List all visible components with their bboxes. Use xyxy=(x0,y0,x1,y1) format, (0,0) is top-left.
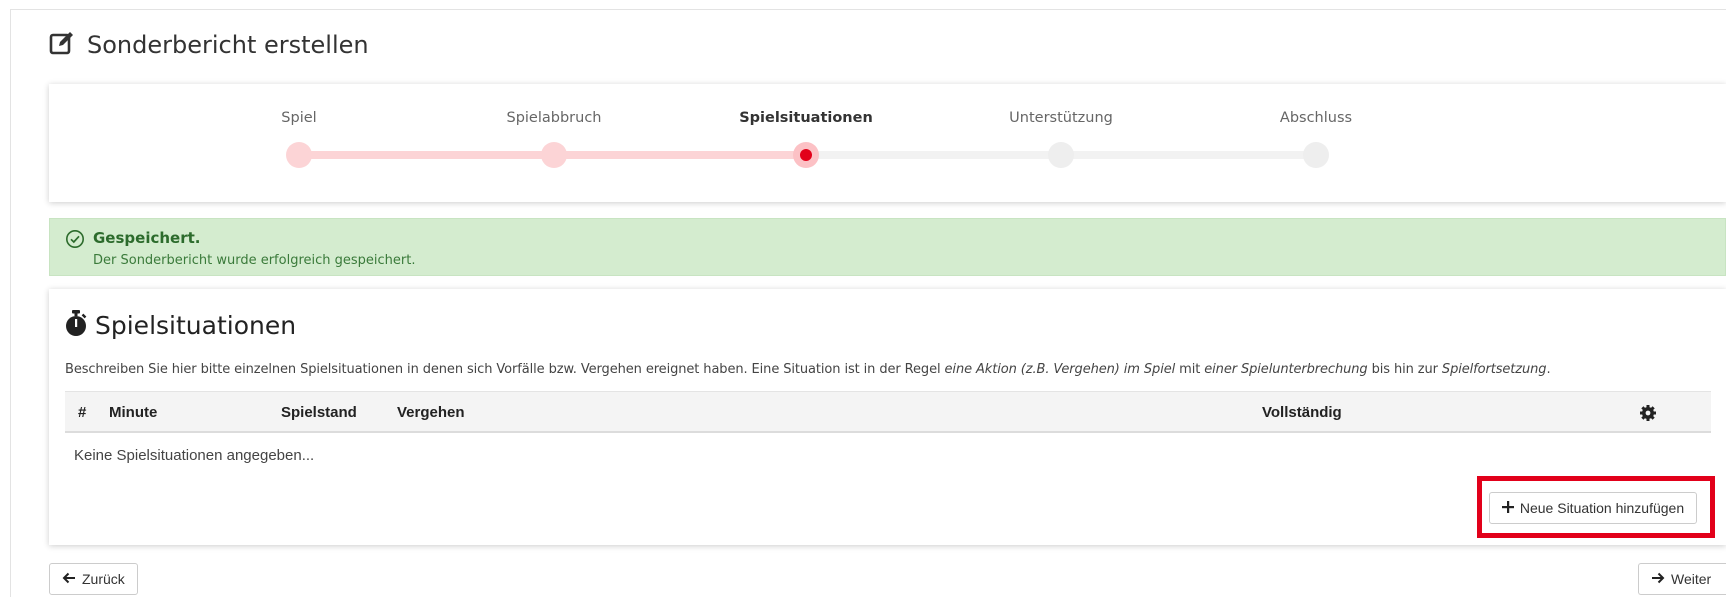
next-button[interactable]: Weiter xyxy=(1638,563,1726,595)
empty-table-message: Keine Spielsituationen angegeben... xyxy=(74,447,315,464)
step-unterstuetzung[interactable]: Unterstützung xyxy=(961,84,1161,202)
description-text: bis hin zur xyxy=(1367,362,1442,377)
arrow-left-icon xyxy=(62,571,76,587)
description-emphasis: einer Spielunterbrechung xyxy=(1204,362,1368,377)
plus-icon xyxy=(1501,500,1514,516)
column-header-offense[interactable]: Vergehen xyxy=(397,404,465,421)
description-text: mit xyxy=(1175,362,1205,377)
column-header-complete[interactable]: Vollständig xyxy=(1262,404,1342,421)
column-header-minute[interactable]: Minute xyxy=(109,404,157,421)
page-header: Sonderbericht erstellen xyxy=(49,29,369,61)
column-header-number[interactable]: # xyxy=(78,404,86,421)
add-situation-button[interactable]: Neue Situation hinzufügen xyxy=(1489,492,1697,524)
step-dot-active xyxy=(793,142,819,168)
step-spiel[interactable]: Spiel xyxy=(199,84,399,202)
add-situation-label: Neue Situation hinzufügen xyxy=(1519,500,1685,516)
description-emphasis: Spielfortsetzung xyxy=(1441,362,1547,377)
step-dot-marker xyxy=(800,149,812,161)
check-circle-icon xyxy=(65,229,85,254)
back-label: Zurück xyxy=(82,571,125,587)
step-label: Abschluss xyxy=(1279,110,1353,126)
step-label: Unterstützung xyxy=(1009,110,1113,126)
section-description: Beschreiben Sie hier bitte einzelnen Spi… xyxy=(65,362,1715,377)
gear-icon[interactable] xyxy=(1639,404,1657,427)
description-text: . xyxy=(1546,362,1551,377)
step-label: Spiel xyxy=(281,110,317,126)
description-emphasis: eine Aktion (z.B. Vergehen) im Spiel xyxy=(944,362,1176,377)
step-dot xyxy=(286,142,312,168)
edit-icon xyxy=(49,30,75,61)
section-header: Spielsituationen xyxy=(65,309,296,342)
column-header-score[interactable]: Spielstand xyxy=(281,404,357,421)
arrow-right-icon xyxy=(1651,571,1665,587)
step-spielabbruch[interactable]: Spielabbruch xyxy=(454,84,654,202)
alert-text: Der Sonderbericht wurde erfolgreich gesp… xyxy=(93,253,416,268)
step-label: Spielabbruch xyxy=(506,110,602,126)
section-title: Spielsituationen xyxy=(95,311,297,340)
stopwatch-icon xyxy=(65,309,87,342)
alert-title: Gespeichert. xyxy=(93,229,201,247)
success-alert: Gespeichert. Der Sonderbericht wurde erf… xyxy=(49,218,1726,276)
description-text: Beschreiben Sie hier bitte einzelnen Spi… xyxy=(65,362,945,377)
step-spielsituationen[interactable]: Spielsituationen xyxy=(706,84,906,202)
stepper: Spiel Spielabbruch Spielsituationen Unte… xyxy=(49,84,1726,202)
step-dot xyxy=(541,142,567,168)
situations-table-header: # Minute Spielstand Vergehen Vollständig xyxy=(65,391,1711,433)
step-label: Spielsituationen xyxy=(739,110,873,126)
page-title: Sonderbericht erstellen xyxy=(87,31,369,59)
back-button[interactable]: Zurück xyxy=(49,563,138,595)
step-abschluss[interactable]: Abschluss xyxy=(1216,84,1416,202)
step-dot xyxy=(1048,142,1074,168)
step-dot xyxy=(1303,142,1329,168)
next-label: Weiter xyxy=(1671,571,1712,587)
situations-card: Spielsituationen Beschreiben Sie hier bi… xyxy=(49,289,1726,545)
